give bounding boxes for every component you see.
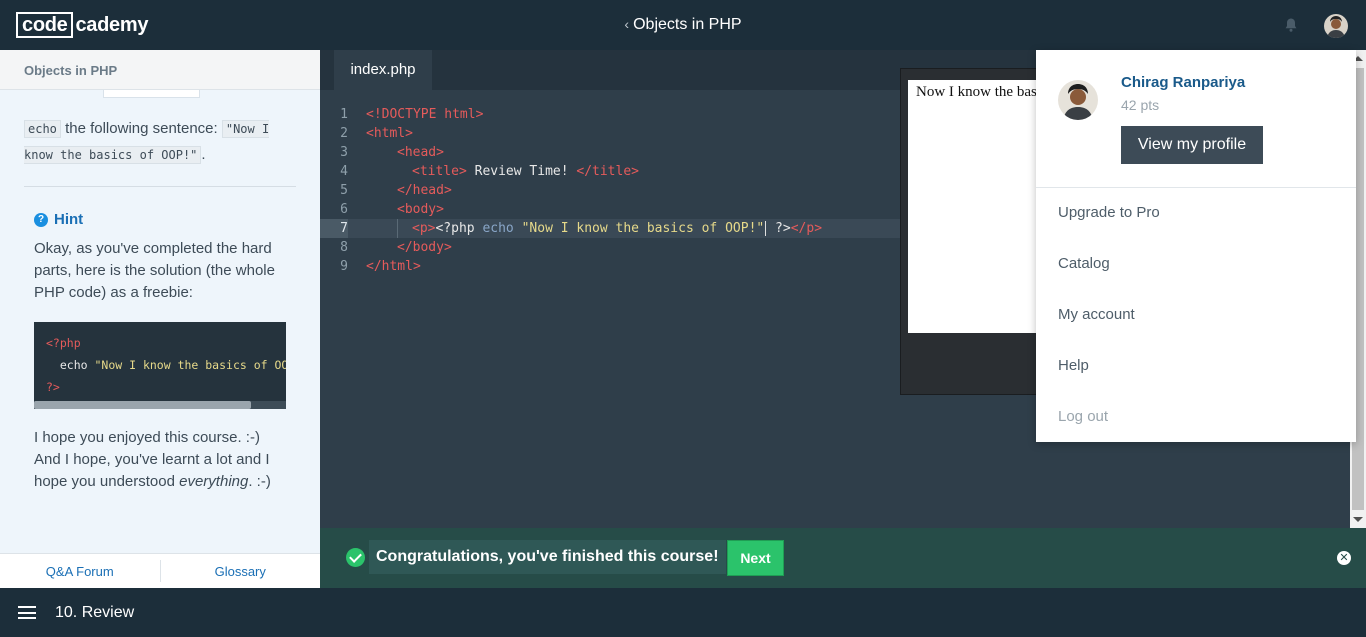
instruction-text: echo the following sentence: "Now I know…: [24, 116, 296, 168]
chevron-left-icon: ‹: [624, 16, 630, 32]
code-tag: <p>: [412, 221, 436, 236]
hint-toggle[interactable]: ? Hint: [34, 211, 286, 228]
code-line: 3 <head>: [320, 143, 900, 162]
hint-title: Hint: [54, 211, 84, 228]
scroll-down-arrow[interactable]: [1353, 517, 1363, 522]
hint-code-block[interactable]: <?php echo "Now I know the basics of OOP…: [34, 322, 286, 409]
line-number: 4: [340, 164, 348, 179]
top-navbar: code cademy ‹ Objects in PHP: [0, 0, 1366, 50]
code-keyword: echo: [59, 358, 95, 372]
code-line: 1 <!DOCTYPE html>: [320, 105, 900, 124]
completion-banner: Congratulations, you've finished this co…: [320, 528, 1366, 588]
line-number: 9: [340, 259, 348, 274]
lesson-content[interactable]: echo the following sentence: "Now I know…: [0, 90, 320, 553]
profile-points: 42 pts: [1121, 97, 1160, 113]
code-tag: </title>: [576, 164, 639, 179]
code-line: 8 </body>: [320, 238, 900, 257]
glossary-link[interactable]: Glossary: [161, 554, 321, 588]
code-php-open: <?php: [435, 221, 483, 236]
code-text: Review Time!: [466, 164, 577, 179]
code-php-close: ?>: [767, 221, 791, 236]
instruction-body: the following sentence:: [60, 120, 222, 137]
line-text: </head>: [397, 183, 452, 198]
course-title-link[interactable]: ‹ Objects in PHP: [0, 16, 1366, 34]
indent-guide: [397, 219, 398, 238]
lesson-footer-links: Q&A Forum Glossary: [0, 553, 320, 588]
code-horizontal-scrollbar[interactable]: [34, 401, 286, 409]
instruction-end: .: [201, 146, 206, 163]
menu-item-upgrade[interactable]: Upgrade to Pro: [1058, 204, 1160, 221]
menu-item-my-account[interactable]: My account: [1058, 306, 1135, 323]
line-number: 5: [340, 183, 348, 198]
lesson-panel: Objects in PHP echo the following senten…: [0, 50, 320, 588]
code-line: 4 <title> Review Time! </title>: [320, 162, 900, 181]
inline-code-echo: echo: [24, 120, 61, 138]
scrollbar-thumb[interactable]: [34, 401, 251, 409]
close-icon[interactable]: ✕: [1337, 551, 1351, 565]
code-string: "Now I know the basics of OOP!";: [94, 358, 286, 372]
code-keyword: echo: [482, 221, 522, 236]
line-text: <html>: [366, 126, 413, 141]
menu-item-help[interactable]: Help: [1058, 357, 1089, 374]
line-text: <body>: [397, 202, 444, 217]
hamburger-menu-icon[interactable]: [18, 606, 36, 619]
bell-icon[interactable]: [1283, 17, 1299, 33]
profile-avatar: [1058, 80, 1098, 120]
line-number: 6: [340, 202, 348, 217]
menu-item-log-out[interactable]: Log out: [1058, 408, 1108, 425]
completion-message: Congratulations, you've finished this co…: [369, 540, 726, 574]
tab-index-php[interactable]: index.php: [334, 50, 432, 90]
code-tag: <title>: [412, 164, 467, 179]
line-number: 1: [340, 107, 348, 122]
outro-text: I hope you enjoyed this course. :-) And …: [34, 427, 286, 493]
code-tag: </p>: [790, 221, 823, 236]
section-title: Objects in PHP: [0, 50, 320, 90]
line-number: 7: [320, 219, 348, 238]
bottom-bar: 10. Review: [0, 588, 1366, 637]
line-number: 2: [340, 126, 348, 141]
view-profile-button[interactable]: View my profile: [1121, 126, 1263, 164]
code-line: 6 <body>: [320, 200, 900, 219]
menu-item-catalog[interactable]: Catalog: [1058, 255, 1110, 272]
preview-output: Now I know the basics of OOP!: [908, 80, 1038, 333]
profile-name[interactable]: Chirag Ranpariya: [1121, 74, 1245, 91]
line-text: </body>: [397, 240, 452, 255]
code-string: "Now I know the basics of OOP!": [521, 221, 765, 236]
line-number: 8: [340, 240, 348, 255]
line-text: <head>: [397, 145, 444, 160]
outro-text-end: . :-): [248, 473, 271, 490]
code-line: ?>: [46, 380, 60, 394]
check-circle-icon: [346, 548, 365, 567]
profile-dropdown: Chirag Ranpariya 42 pts View my profile …: [1036, 50, 1356, 442]
user-avatar[interactable]: [1324, 14, 1348, 38]
line-number: 3: [340, 145, 348, 160]
code-line: 2 <html>: [320, 124, 900, 143]
next-button[interactable]: Next: [727, 540, 784, 576]
lesson-title[interactable]: 10. Review: [55, 604, 134, 622]
course-title: Objects in PHP: [633, 16, 742, 33]
line-text: </html>: [366, 259, 421, 274]
code-area[interactable]: 1 <!DOCTYPE html> 2 <html> 3 <head> 4 <title…: [320, 105, 900, 276]
outro-emphasis: everything: [179, 473, 249, 490]
previous-block-edge: [103, 90, 200, 98]
divider: [1036, 187, 1356, 188]
code-line: 9 </html>: [320, 257, 900, 276]
line-text: <!DOCTYPE html>: [366, 107, 484, 122]
code-line-active: 7 <p><?php echo "Now I know the basics of…: [320, 219, 900, 238]
code-line: <?php: [46, 336, 81, 350]
hint-text: Okay, as you've completed the hard parts…: [34, 240, 275, 301]
qa-forum-link[interactable]: Q&A Forum: [0, 554, 160, 588]
hint-section: ? Hint Okay, as you've completed the hard…: [24, 187, 296, 493]
code-line: 5 </head>: [320, 181, 900, 200]
hint-question-icon: ?: [34, 212, 48, 227]
